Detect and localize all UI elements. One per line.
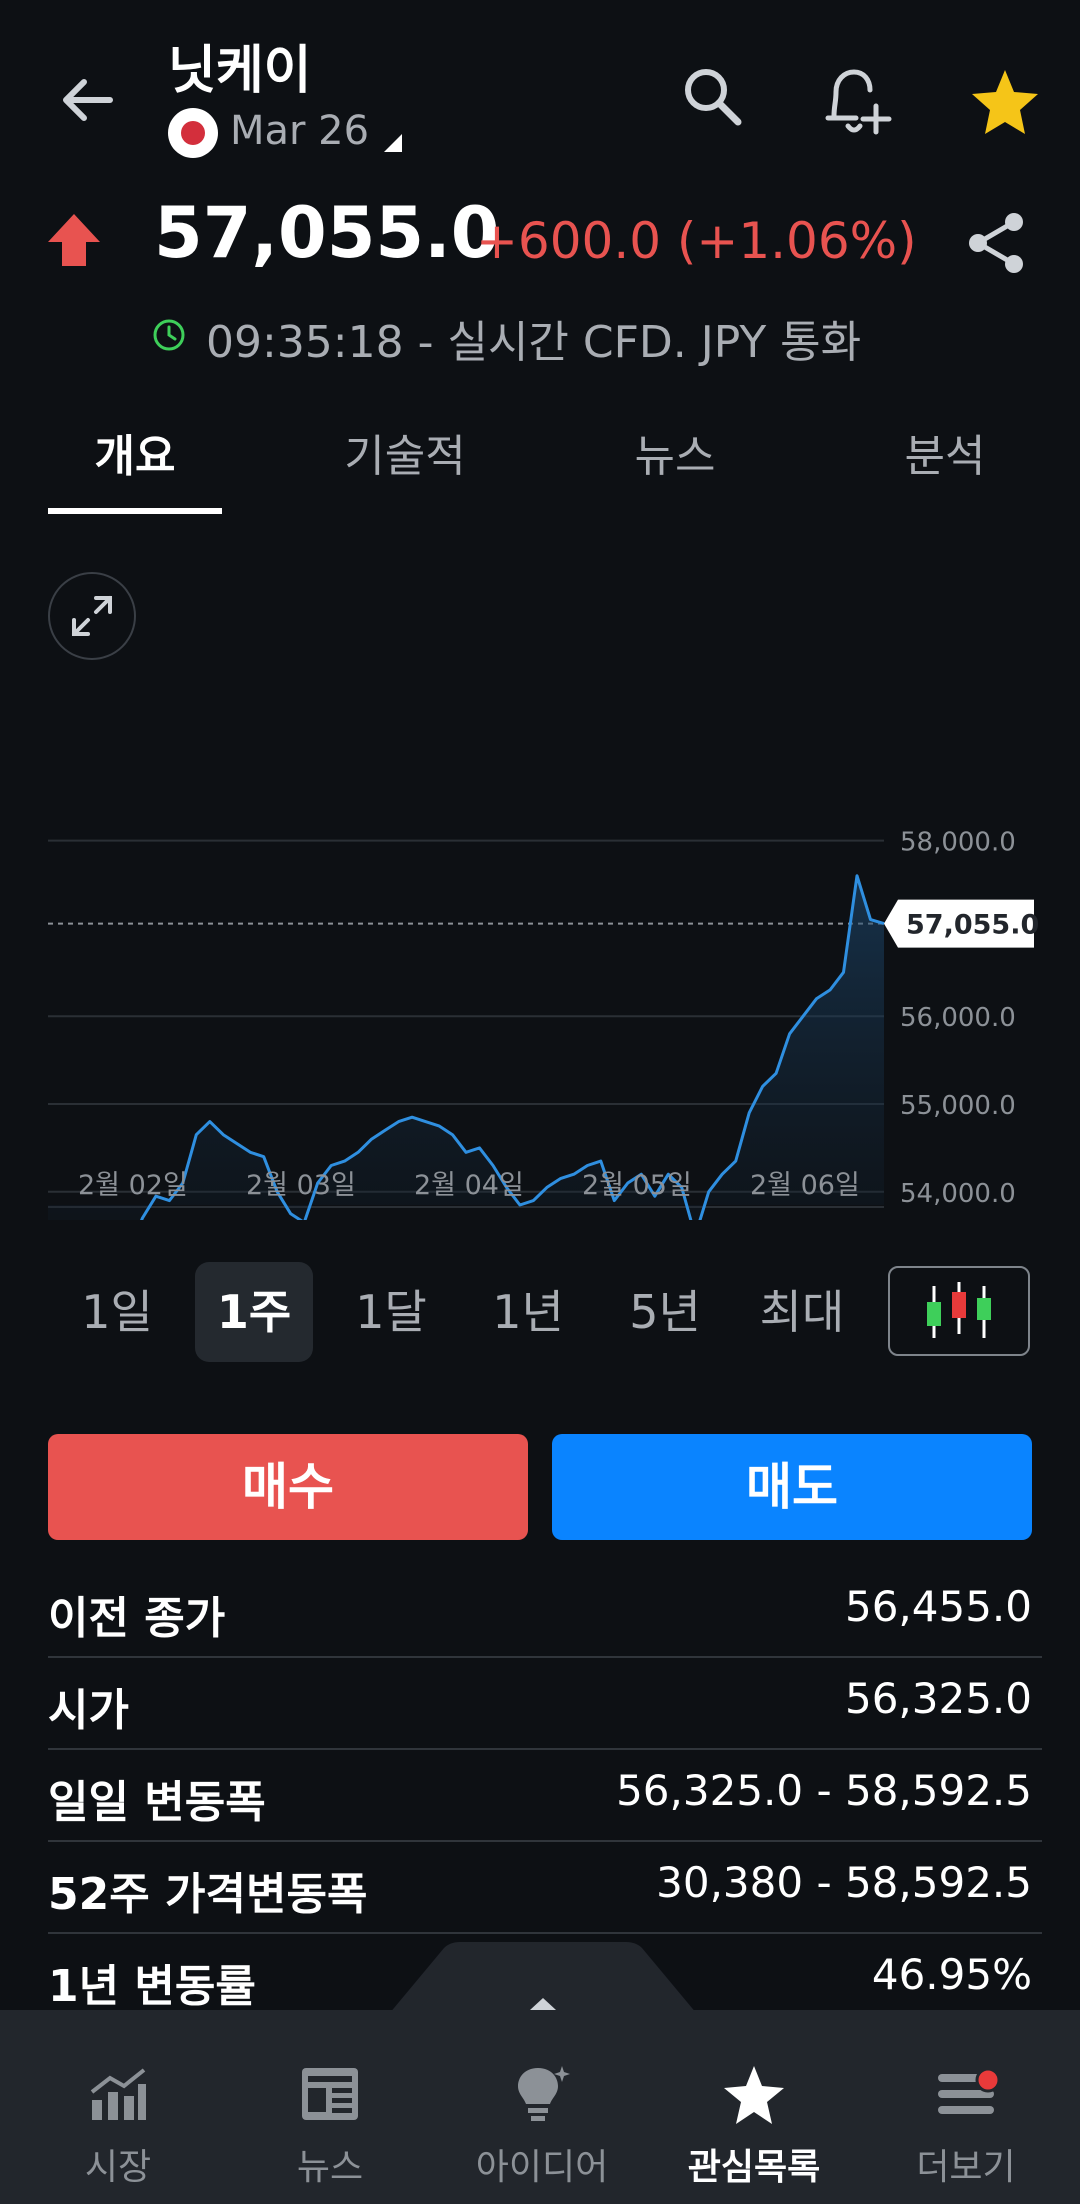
tab-news[interactable]: 뉴스 [565,420,785,484]
nav-markets[interactable]: 시장 [10,2010,226,2204]
clock-icon [153,319,185,351]
stat-row-day-range: 일일 변동폭 56,325.0 - 58,592.5 [48,1748,1042,1842]
range-5y[interactable]: 5년 [606,1262,724,1362]
active-tab-indicator [48,508,222,514]
tab-technical[interactable]: 기술적 [295,420,515,484]
x-tick-label: 2월 06일 [750,1170,860,1201]
last-price: 57,055.0 [154,192,500,274]
chart-type-button[interactable] [888,1266,1030,1356]
stat-label: 시가 [48,1685,129,1736]
stat-row-52w-range: 52주 가격변동폭 30,380 - 58,592.5 [48,1840,1042,1934]
nav-label: 시장 [84,2147,152,2188]
share-icon[interactable] [962,208,1032,278]
stat-row-open: 시가 56,325.0 [48,1656,1042,1750]
nav-label: 뉴스 [296,2147,364,2188]
nav-news[interactable]: 뉴스 [222,2010,438,2204]
nav-label: 더보기 [916,2147,1016,2188]
nav-label: 관심목록 [687,2147,821,2188]
expand-sheet-handle[interactable] [384,1940,702,2020]
japan-flag-icon [168,108,218,158]
favorite-star-icon[interactable] [960,56,1050,146]
stat-value: 56,455.0 [844,1582,1032,1631]
nav-watchlist[interactable]: 관심목록 [646,2010,862,2204]
watchlist-star-icon [724,2066,784,2124]
session-date[interactable]: Mar 26 [230,108,369,154]
range-1y[interactable]: 1년 [469,1262,587,1362]
price-change: +600.0 (+1.06%) [476,212,917,270]
x-tick-label: 2월 03일 [246,1170,356,1201]
markets-chart-icon [90,2068,146,2120]
expand-icon [72,596,112,636]
y-tick-label: 58,000.0 [900,828,1016,858]
stat-label: 이전 종가 [48,1593,226,1644]
stat-label: 52주 가격변동폭 [48,1869,368,1920]
sell-button[interactable]: 매도 [552,1434,1032,1540]
range-1m[interactable]: 1달 [332,1262,450,1362]
search-icon[interactable] [672,56,752,136]
instrument-title: 닛케이 [168,41,312,101]
date-dropdown-caret-icon[interactable] [384,134,402,152]
stat-value: 56,325.0 - 58,592.5 [616,1766,1032,1815]
nav-ideas[interactable]: 아이디어 [434,2010,650,2204]
add-alert-bell-icon[interactable] [810,56,900,146]
x-tick-label: 2월 04일 [414,1170,524,1201]
stat-value: 56,325.0 [844,1674,1032,1723]
quote-status: 09:35:18 - 실시간 CFD. JPY 통화 [206,317,862,368]
news-icon [302,2068,358,2120]
stat-label: 일일 변동폭 [48,1777,266,1828]
current-price-label: 57,055.0 [906,910,1039,941]
nav-more[interactable]: 더보기 [858,2010,1074,2204]
x-tick-label: 2월 02일 [78,1170,188,1201]
stat-value: 30,380 - 58,592.5 [656,1858,1032,1907]
range-1d[interactable]: 1일 [58,1262,176,1362]
y-tick-label: 55,000.0 [900,1091,1016,1121]
candlestick-icon [927,1282,991,1338]
range-1w[interactable]: 1주 [195,1262,313,1362]
range-max[interactable]: 최대 [743,1262,861,1362]
lightbulb-icon [518,2066,570,2121]
bottom-navigation: 시장 뉴스 아이디어 관심목록 더보기 [0,2010,1080,2204]
notification-dot [975,2067,998,2093]
y-tick-label: 54,000.0 [900,1179,1016,1209]
buy-button[interactable]: 매수 [48,1434,528,1540]
nav-label: 아이디어 [475,2147,609,2188]
x-tick-label: 2월 05일 [582,1170,692,1201]
series-area [48,875,884,1220]
price-up-arrow-icon [48,214,100,266]
tab-overview[interactable]: 개요 [25,420,245,484]
tab-analysis[interactable]: 분석 [835,420,1055,484]
stat-row-prev-close: 이전 종가 56,455.0 [48,1564,1042,1658]
back-arrow-icon[interactable] [48,60,128,140]
price-chart[interactable]: 58,000.056,000.055,000.054,000.053,000.0… [0,660,1080,1220]
more-menu-icon [938,2067,998,2114]
expand-chart-button[interactable] [48,572,136,660]
y-tick-label: 56,000.0 [900,1003,1016,1033]
stat-value: 46.95% [871,1950,1032,1999]
stat-label: 1년 변동률 [48,1961,256,2012]
